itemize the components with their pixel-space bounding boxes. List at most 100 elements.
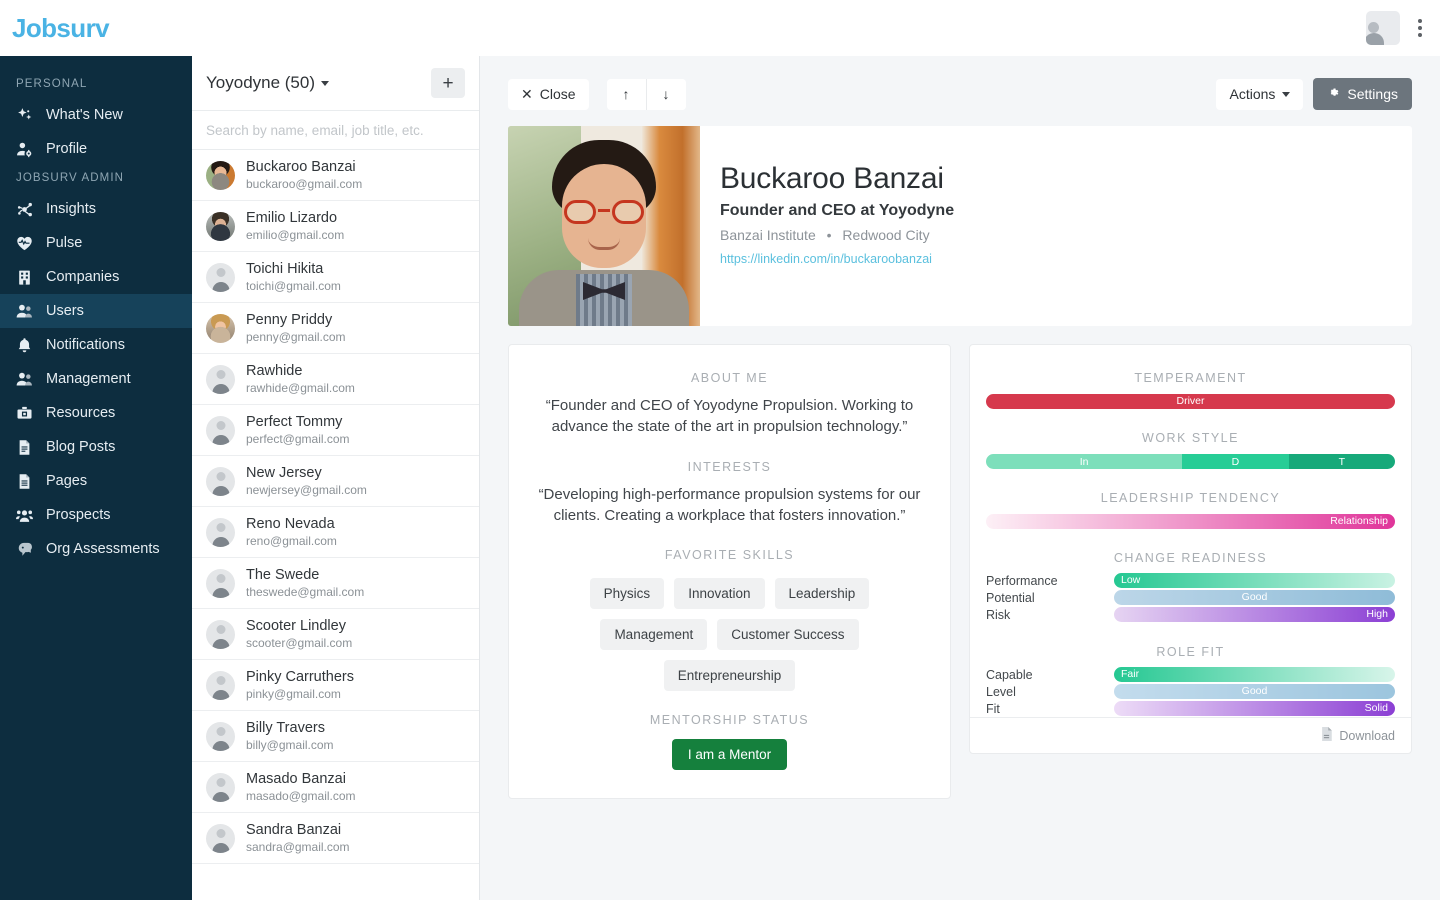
search-input[interactable] [192, 111, 479, 149]
user-avatar-placeholder-icon [206, 568, 235, 598]
next-record-button[interactable]: ↓ [645, 78, 686, 110]
sidebar-item-label: Management [46, 371, 131, 387]
metric-row: Fit Solid [986, 700, 1395, 717]
bell-icon [16, 337, 42, 354]
avatar-body-shape [212, 281, 229, 292]
add-user-button[interactable]: + [431, 68, 465, 98]
avatar-body-shape [212, 689, 229, 700]
actions-dropdown-button[interactable]: Actions [1216, 78, 1304, 110]
metric-label: Level [986, 684, 1016, 699]
sidebar-item-users[interactable]: Users [0, 294, 192, 328]
user-avatar-placeholder-icon [206, 517, 235, 547]
sidebar-item-notifications[interactable]: Notifications [0, 328, 192, 362]
toolbar-right-group: Actions Settings [1216, 78, 1412, 110]
chevron-down-icon [321, 80, 330, 86]
sidebar-item-org-assessments[interactable]: Org Assessments [0, 532, 192, 566]
list-item[interactable]: Emilio Lizardo emilio@gmail.com [192, 201, 479, 252]
profile-location: Redwood City [842, 227, 930, 243]
download-button[interactable]: Download [1320, 727, 1395, 744]
sidebar-item-resources[interactable]: Resources [0, 396, 192, 430]
sidebar-item-pulse[interactable]: Pulse [0, 226, 192, 260]
skill-chip[interactable]: Entrepreneurship [663, 660, 796, 692]
sidebar-item-label: Blog Posts [46, 439, 116, 455]
sidebar-item-pages[interactable]: Pages [0, 464, 192, 498]
work-style-heading: Work Style [1142, 431, 1239, 445]
list-item[interactable]: Sandra Banzai sandra@gmail.com [192, 813, 479, 864]
list-item-email: reno@gmail.com [246, 534, 337, 549]
temperament-bar-wrap: Driver [970, 394, 1411, 409]
list-item-name: Penny Priddy [246, 311, 333, 328]
settings-button[interactable]: Settings [1313, 78, 1412, 110]
sidebar-item-profile[interactable]: Profile [0, 132, 192, 166]
top-header-bar: Jobsurv [0, 0, 1440, 56]
avatar-head-shape [216, 420, 225, 430]
list-item-name: Pinky Carruthers [246, 668, 354, 685]
list-item-text: Toichi Hikita toichi@gmail.com [246, 261, 341, 294]
list-item-email: emilio@gmail.com [246, 228, 345, 243]
skill-chip[interactable]: Leadership [774, 578, 870, 610]
sidebar-item-insights[interactable]: Insights [0, 192, 192, 226]
sidebar-item-blog-posts[interactable]: Blog Posts [0, 430, 192, 464]
work-style-bar: In D T [986, 454, 1395, 469]
sidebar-item-what-s-new[interactable]: What's New [0, 98, 192, 132]
sidebar-item-management[interactable]: Management [0, 362, 192, 396]
leadership-tendency-bar: Relationship [986, 514, 1395, 529]
list-item[interactable]: Buckaroo Banzai buckaroo@gmail.com [192, 150, 479, 201]
profile-info: Buckaroo Banzai Founder and CEO at Yoyod… [700, 126, 954, 326]
metric-row: Performance Low [986, 572, 1395, 589]
list-item[interactable]: Scooter Lindley scooter@gmail.com [192, 609, 479, 660]
org-selector-label: Yoyodyne (50) [206, 73, 316, 92]
skill-chip[interactable]: Innovation [674, 578, 765, 610]
org-selector-dropdown[interactable]: Yoyodyne (50) [206, 73, 330, 93]
temperament-value: Driver [1176, 395, 1205, 407]
list-item[interactable]: Penny Priddy penny@gmail.com [192, 303, 479, 354]
avatar-head-shape [216, 369, 225, 379]
download-file-icon [1320, 727, 1333, 744]
user-avatar-icon[interactable] [1366, 11, 1400, 45]
assessment-card-footer: Download [970, 717, 1411, 753]
skill-chip[interactable]: Customer Success [717, 619, 859, 651]
list-item-email: theswede@gmail.com [246, 585, 365, 600]
kebab-dot [1418, 33, 1422, 37]
sidebar-item-companies[interactable]: Companies [0, 260, 192, 294]
list-item-text: Rawhide rawhide@gmail.com [246, 363, 355, 396]
list-item-email: newjersey@gmail.com [246, 483, 367, 498]
list-item[interactable]: The Swede theswede@gmail.com [192, 558, 479, 609]
list-panel-header: Yoyodyne (50) + [192, 56, 479, 110]
list-item[interactable]: Rawhide rawhide@gmail.com [192, 354, 479, 405]
sidebar-item-label: Profile [46, 141, 88, 157]
skill-chip[interactable]: Management [600, 619, 708, 651]
chevron-down-icon [1282, 91, 1291, 97]
list-item[interactable]: Pinky Carruthers pinky@gmail.com [192, 660, 479, 711]
previous-record-button[interactable]: ↑ [606, 78, 646, 110]
list-item-name: Sandra Banzai [246, 821, 342, 838]
profile-linkedin-link[interactable]: https://linkedin.com/in/buckaroobanzai [720, 252, 954, 266]
avatar-head-shape [1367, 22, 1379, 33]
metric-row: Potential Good [986, 589, 1395, 606]
sidebar-item-prospects[interactable]: Prospects [0, 498, 192, 532]
user-list[interactable]: Buckaroo Banzai buckaroo@gmail.com Emilio … [192, 150, 479, 900]
list-item[interactable]: Toichi Hikita toichi@gmail.com [192, 252, 479, 303]
user-avatar-placeholder-icon [206, 262, 235, 292]
list-item-name: Billy Travers [246, 719, 325, 736]
list-item[interactable]: Masado Banzai masado@gmail.com [192, 762, 479, 813]
avatar-body-shape [1366, 33, 1384, 45]
list-item-name: Scooter Lindley [246, 617, 346, 634]
main-content: ✕ Close ↑ ↓ Actions Settings Buckaroo Ba… [480, 56, 1440, 900]
list-item-email: sandra@gmail.com [246, 840, 350, 855]
list-item-name: Masado Banzai [246, 770, 346, 787]
close-button[interactable]: ✕ Close [508, 78, 589, 110]
app-logo[interactable]: Jobsurv [12, 13, 110, 44]
search-row [192, 110, 479, 150]
list-item[interactable]: Perfect Tommy perfect@gmail.com [192, 405, 479, 456]
avatar-head-shape [216, 267, 225, 277]
list-item[interactable]: Billy Travers billy@gmail.com [192, 711, 479, 762]
list-item[interactable]: New Jersey newjersey@gmail.com [192, 456, 479, 507]
skill-chip[interactable]: Physics [589, 578, 665, 610]
kebab-menu-icon[interactable] [1414, 15, 1426, 41]
list-item[interactable]: Reno Nevada reno@gmail.com [192, 507, 479, 558]
profile-header-card: Buckaroo Banzai Founder and CEO at Yoyod… [508, 126, 1412, 326]
mentorship-status-badge[interactable]: I am a Mentor [671, 739, 788, 771]
list-item-text: Emilio Lizardo emilio@gmail.com [246, 210, 344, 243]
